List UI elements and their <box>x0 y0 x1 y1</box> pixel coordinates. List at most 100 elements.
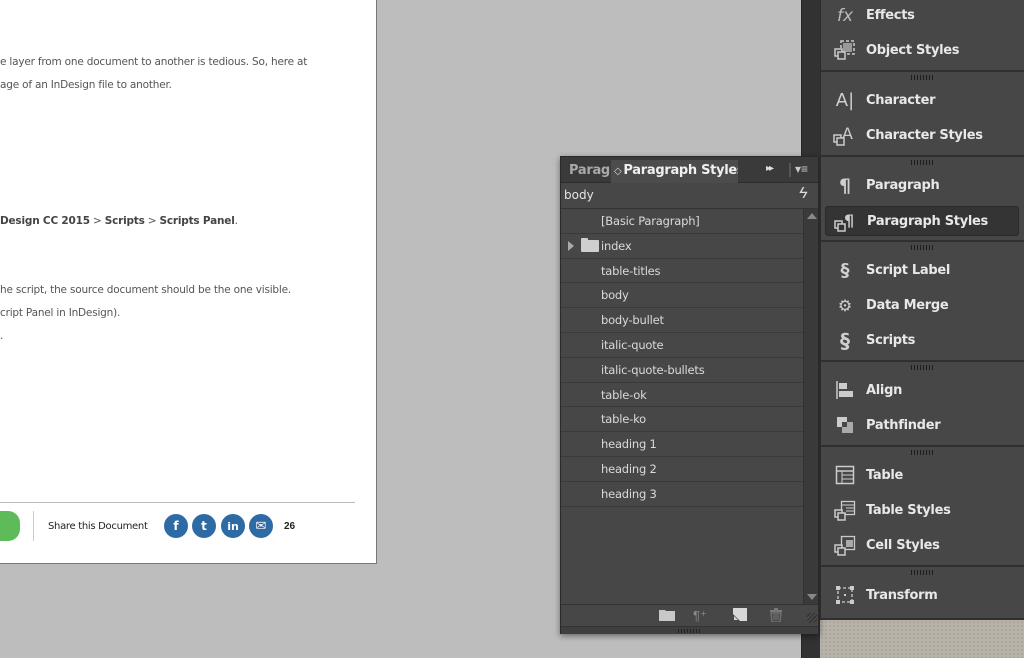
style-item[interactable]: heading 3 <box>561 482 803 507</box>
style-search-input[interactable]: body <box>564 188 594 202</box>
dock-group: Align Pathfinder <box>821 362 1024 447</box>
twitter-icon[interactable]: t <box>192 514 216 538</box>
style-label: heading 2 <box>601 461 657 476</box>
dock-item-label: Table <box>866 468 904 483</box>
punctuation: . <box>234 215 238 227</box>
facebook-icon[interactable]: f <box>164 514 188 538</box>
dock-item-pathfinder[interactable]: Pathfinder <box>825 411 1019 441</box>
dock-item-table-styles[interactable]: Table Styles <box>825 496 1019 526</box>
effects-icon: fx <box>836 6 854 26</box>
style-item[interactable]: body <box>561 283 803 309</box>
panel-grip[interactable] <box>561 626 818 634</box>
style-item[interactable]: italic-quote-bullets <box>561 358 803 383</box>
style-item[interactable]: table-ok <box>561 383 803 408</box>
style-label: table-titles <box>601 263 661 278</box>
dock-item-character[interactable]: A| Character <box>825 86 1019 116</box>
paragraph-styles-panel: Parag ◇ Paragraph Styles ▸▸ ▾≡ body ϟ [Ba… <box>560 156 819 634</box>
share-count: 26 <box>284 521 296 532</box>
style-label: heading 3 <box>601 486 657 501</box>
data-merge-icon: ⚙ <box>837 296 853 315</box>
dock-group: § Script Label ⚙ Data Merge § Scripts <box>821 242 1024 362</box>
style-item[interactable]: table-ko <box>561 407 803 433</box>
script-label-icon: § <box>840 260 850 281</box>
style-item[interactable]: body-bullet <box>561 308 803 333</box>
dock-grip[interactable] <box>911 245 935 250</box>
dock-grip[interactable] <box>911 570 935 575</box>
quick-apply-bar: body ϟ <box>561 183 818 209</box>
style-item[interactable]: table-titles <box>561 259 803 284</box>
dock-item-align[interactable]: Align <box>825 376 1019 406</box>
dock-group: Table Table Styles Cell Styles <box>821 447 1024 567</box>
resize-handle[interactable] <box>807 613 817 623</box>
scroll-up-icon[interactable] <box>807 213 817 219</box>
panel-footer: ¶⁺ <box>561 604 818 626</box>
menu-path-scripts: Scripts <box>104 215 145 227</box>
menu-path-scripts-panel: Scripts Panel <box>159 215 235 227</box>
dock-item-label: Character <box>866 93 936 108</box>
dock-item-effects[interactable]: fx Effects <box>825 1 1019 31</box>
tab-paragraph-styles[interactable]: ◇ Paragraph Styles <box>611 160 738 183</box>
style-label: body-bullet <box>601 313 664 328</box>
dock-item-object-styles[interactable]: Object Styles <box>825 36 1019 66</box>
style-item[interactable]: italic-quote <box>561 333 803 358</box>
dock-grip[interactable] <box>911 160 935 165</box>
style-item[interactable]: [Basic Paragraph] <box>561 209 803 234</box>
dock-item-script-label[interactable]: § Script Label <box>825 256 1019 286</box>
scroll-down-icon[interactable] <box>807 594 817 600</box>
character-styles-icon: A <box>833 124 857 147</box>
quick-apply-icon[interactable]: ϟ <box>799 185 807 203</box>
clear-overrides-icon[interactable]: ¶⁺ <box>693 608 707 624</box>
dock-item-paragraph-styles[interactable]: ¶ Paragraph Styles <box>825 206 1019 236</box>
menu-path-separator: > <box>144 215 160 227</box>
panel-menu-icon[interactable]: ▾≡ <box>795 162 808 176</box>
dock-item-label: Character Styles <box>866 128 983 143</box>
menu-path-app: Design CC 2015 <box>0 215 90 227</box>
cell-styles-icon <box>833 535 857 557</box>
new-style-icon[interactable] <box>733 608 747 624</box>
dock-grip[interactable] <box>911 450 935 455</box>
tab-paragraph[interactable]: Parag <box>561 160 611 183</box>
dock-group: A| Character A Character Styles <box>821 72 1024 157</box>
download-button[interactable] <box>0 511 20 541</box>
linkedin-icon[interactable]: in <box>221 514 245 538</box>
delete-style-icon[interactable] <box>769 608 783 625</box>
dock-item-label: Paragraph Styles <box>867 214 988 229</box>
styles-list: [Basic Paragraph] index table-titles bod… <box>561 209 803 604</box>
expand-triangle-icon[interactable] <box>568 240 574 251</box>
style-label: index <box>601 238 632 253</box>
dock-item-scripts[interactable]: § Scripts <box>825 326 1019 356</box>
style-item[interactable]: heading 1 <box>561 432 803 457</box>
body-text-line: age of an InDesign file to another. <box>0 79 172 91</box>
dock-group: Transform <box>821 567 1024 620</box>
indesign-workspace: e layer from one document to another is … <box>0 0 1024 658</box>
dock-grip[interactable] <box>911 365 935 370</box>
pathfinder-icon <box>833 415 857 437</box>
pasteboard-texture <box>820 620 1024 658</box>
dock-item-data-merge[interactable]: ⚙ Data Merge <box>825 291 1019 321</box>
dock-group: fx Effects Object Styles <box>821 0 1024 72</box>
scripts-icon: § <box>840 329 850 353</box>
email-icon[interactable]: ✉ <box>249 514 273 538</box>
transform-icon <box>833 585 857 607</box>
body-text-line: . <box>0 330 4 342</box>
dock-item-label: Script Label <box>866 263 951 278</box>
dock-item-character-styles[interactable]: A Character Styles <box>825 121 1019 151</box>
dock-item-label: Table Styles <box>866 503 951 518</box>
body-text-line: he script, the source document should be… <box>0 284 292 296</box>
dock-item-cell-styles[interactable]: Cell Styles <box>825 531 1019 561</box>
styles-scrollbar[interactable] <box>803 209 818 604</box>
panel-dock: fx Effects Object Styles A| Character A … <box>820 0 1024 620</box>
dock-item-transform[interactable]: Transform <box>825 581 1019 611</box>
dock-item-paragraph[interactable]: ¶ Paragraph <box>825 171 1019 201</box>
dock-item-table[interactable]: Table <box>825 461 1019 491</box>
style-item[interactable]: heading 2 <box>561 457 803 482</box>
dock-item-label: Align <box>866 383 903 398</box>
collapse-panel-icon[interactable]: ▸▸ <box>766 163 774 174</box>
paragraph-styles-icon: ¶ <box>834 211 858 233</box>
dock-item-label: Data Merge <box>866 298 949 313</box>
dock-grip[interactable] <box>911 75 935 80</box>
style-label: italic-quote <box>601 337 664 352</box>
style-group-item[interactable]: index <box>561 234 803 259</box>
body-text-line: cript Panel in InDesign). <box>0 307 121 319</box>
new-group-icon[interactable] <box>659 608 675 624</box>
